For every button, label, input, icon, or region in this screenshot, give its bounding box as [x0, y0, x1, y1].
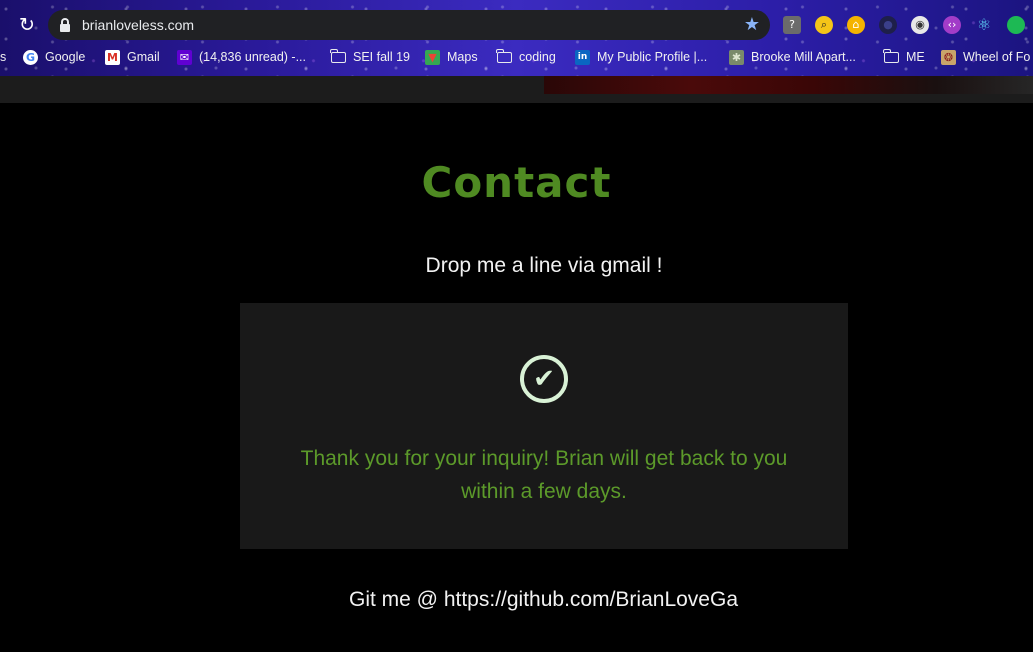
- bookmark-item[interactable]: s: [0, 48, 6, 66]
- bookmark-star-icon[interactable]: ★: [744, 14, 760, 35]
- bookmark-label: Brooke Mill Apart...: [751, 50, 856, 64]
- bookmark-google[interactable]: G Google: [23, 48, 85, 66]
- url-text: brianloveless.com: [82, 17, 195, 33]
- home-extension-icon[interactable]: ⌂: [847, 16, 865, 34]
- bookmark-label: SEI fall 19: [353, 50, 410, 64]
- bookmark-label: Google: [45, 50, 86, 64]
- google-icon: G: [23, 49, 38, 65]
- linkedin-icon: in: [575, 49, 590, 65]
- bookmark-label: (14,836 unread) -...: [199, 50, 307, 64]
- bookmark-label: My Public Profile |...: [597, 50, 708, 64]
- github-extension-icon[interactable]: ●: [879, 16, 897, 34]
- lock-icon: [60, 18, 70, 32]
- code-extension-icon[interactable]: ‹›: [943, 16, 961, 34]
- success-message: Thank you for your inquiry! Brian will g…: [300, 447, 788, 503]
- bookmarks-bar: s G Google M Gmail ✉ (14,836 unread) -..…: [0, 44, 1033, 70]
- camera-extension-icon[interactable]: ◉: [911, 16, 929, 34]
- apartment-icon: ✱: [729, 49, 744, 65]
- bookmark-label: Maps: [447, 50, 478, 64]
- search-extension-icon[interactable]: ⌕: [815, 16, 833, 34]
- page-content: Contact Drop me a line via gmail ! ✔ Tha…: [0, 76, 1033, 652]
- bookmark-brooke-mill[interactable]: ✱ Brooke Mill Apart...: [729, 48, 856, 66]
- bookmark-label: s: [0, 50, 7, 64]
- maps-icon: ▼: [425, 49, 440, 65]
- bookmark-label: coding: [519, 50, 556, 64]
- reload-icon[interactable]: ↻: [16, 14, 38, 36]
- bookmark-linkedin[interactable]: in My Public Profile |...: [575, 48, 707, 66]
- browser-chrome: ↻ brianloveless.com ★ ? ⌕ ⌂ ● ◉ ‹› ⚛ s G…: [0, 0, 1033, 76]
- contact-subline: Drop me a line via gmail !: [425, 254, 663, 277]
- bookmark-wheel-of-fortune[interactable]: ❂ Wheel of Fo: [941, 48, 1030, 66]
- yahoo-mail-icon: ✉: [177, 49, 192, 65]
- address-bar[interactable]: brianloveless.com ★: [48, 10, 770, 40]
- bookmark-gmail[interactable]: M Gmail: [105, 48, 160, 66]
- bookmark-label: Wheel of Fo: [963, 50, 1031, 64]
- browser-toolbar: ↻ brianloveless.com ★ ? ⌕ ⌂ ● ◉ ‹› ⚛: [0, 8, 1033, 42]
- help-extension-icon[interactable]: ?: [783, 16, 801, 34]
- gmail-icon: M: [105, 49, 120, 65]
- github-link-text[interactable]: Git me @ https://github.com/BrianLoveGa: [0, 588, 1033, 612]
- folder-icon: [883, 48, 899, 63]
- react-extension-icon[interactable]: ⚛: [975, 16, 993, 34]
- bookmark-maps[interactable]: ▼ Maps: [425, 48, 478, 66]
- section-image: [544, 76, 1033, 94]
- bookmark-yahoo-mail[interactable]: ✉ (14,836 unread) -...: [177, 48, 306, 66]
- profile-avatar-icon[interactable]: [1007, 16, 1025, 34]
- form-success-panel: ✔ Thank you for your inquiry! Brian will…: [240, 303, 848, 549]
- bookmark-folder-sei[interactable]: SEI fall 19: [330, 48, 410, 66]
- folder-icon: [330, 48, 346, 63]
- bookmark-label: Gmail: [127, 50, 160, 64]
- page-title: Contact: [421, 158, 612, 207]
- wheel-icon: ❂: [941, 49, 956, 65]
- bookmark-folder-me[interactable]: ME: [883, 48, 925, 66]
- previous-section-strip: [0, 76, 1033, 103]
- bookmark-folder-coding[interactable]: coding: [496, 48, 556, 66]
- folder-icon: [496, 48, 512, 63]
- checkmark-icon: ✔: [520, 355, 568, 403]
- bookmark-label: ME: [906, 50, 925, 64]
